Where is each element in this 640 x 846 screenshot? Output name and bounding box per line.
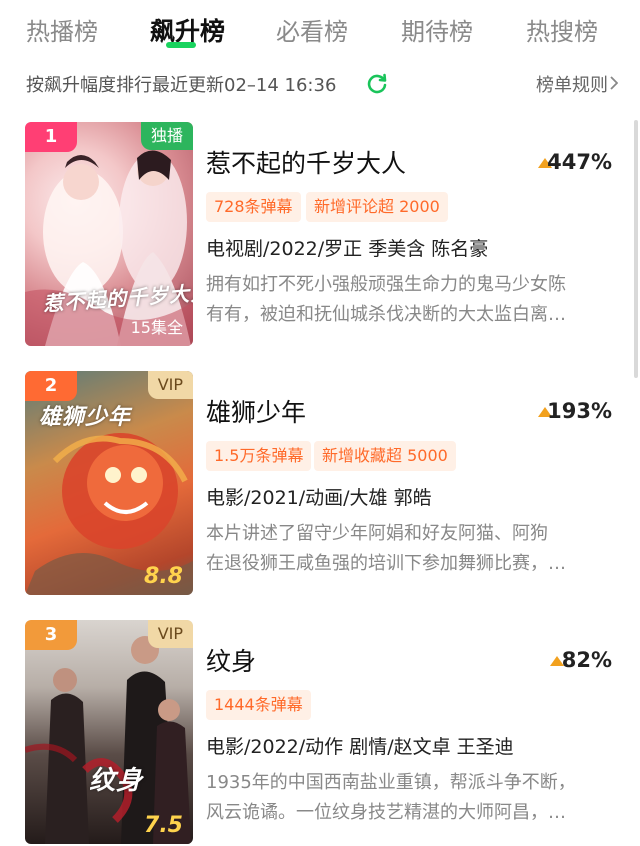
- rating-score: 8.8: [144, 564, 183, 589]
- poster-title-art: 纹身: [89, 766, 144, 796]
- rank-badge: 1: [25, 122, 77, 152]
- item-meta: 电影/2022/动作 剧情/赵文卓 王圣迪: [206, 736, 514, 758]
- list-item[interactable]: 雄狮少年 2 VIP 8.8 雄狮少年 193% 1.5万条弹幕 新增收藏超 5…: [0, 371, 640, 597]
- item-title[interactable]: 惹不起的千岁大人: [206, 144, 406, 180]
- list-item[interactable]: 纹身 3 VIP 7.5 纹身 82% 1444条弹幕 电影/2022/动作 剧…: [0, 620, 640, 846]
- scrollbar[interactable]: [634, 120, 638, 378]
- highlight-chip: 新增收藏超 5000: [314, 441, 456, 471]
- item-meta: 电影/2021/动画/大雄 郭皓: [206, 487, 432, 509]
- ranking-rules-link[interactable]: 榜单规则: [536, 71, 608, 97]
- poster-image[interactable]: 纹身 3 VIP 7.5: [25, 620, 193, 844]
- highlight-chip: 新增评论超 2000: [306, 192, 448, 222]
- episode-count: 15集全: [130, 318, 183, 337]
- vip-badge: VIP: [147, 371, 193, 399]
- item-title[interactable]: 雄狮少年: [206, 393, 306, 429]
- item-title[interactable]: 纹身: [206, 642, 256, 678]
- active-tab-indicator: [166, 42, 196, 48]
- danmaku-count-chip: 728条弹幕: [206, 192, 301, 222]
- description-line: 本片讲述了留守少年阿娟和好友阿猫、阿狗: [206, 523, 548, 544]
- chevron-right-icon[interactable]: [610, 76, 618, 90]
- rank-badge: 2: [25, 371, 77, 401]
- poster-image[interactable]: 惹不起的千岁大人 1 独播 15集全: [25, 122, 193, 346]
- tab-hot-search[interactable]: 热搜榜: [526, 12, 598, 47]
- item-description: 1935年的中国西南盐业重镇，帮派斗争不断， 风云诡谲。一位纹身技艺精湛的大师阿…: [206, 768, 616, 828]
- description-line: 在退役狮王咸鱼强的培训下参加舞狮比赛，…: [206, 553, 566, 574]
- rank-badge: 3: [25, 620, 77, 650]
- tab-hot-play[interactable]: 热播榜: [26, 12, 98, 47]
- refresh-icon[interactable]: [366, 72, 388, 94]
- exclusive-badge: 独播: [140, 122, 193, 150]
- rise-percentage: 193%: [547, 399, 612, 423]
- sort-info-bar: 按飙升幅度排行最近更新02–14 16:36 榜单规则: [0, 68, 640, 98]
- poster-image[interactable]: 雄狮少年 2 VIP 8.8: [25, 371, 193, 595]
- item-meta: 电视剧/2022/罗正 季美含 陈名豪: [206, 238, 489, 260]
- poster-illustration: [25, 636, 191, 844]
- danmaku-count-chip: 1444条弹幕: [206, 690, 311, 720]
- list-item[interactable]: 惹不起的千岁大人 1 独播 15集全 惹不起的千岁大人 447% 728条弹幕 …: [0, 122, 640, 348]
- sort-description: 按飙升幅度排行最近更新02–14 16:36: [26, 75, 337, 96]
- rise-percentage: 82%: [561, 648, 612, 672]
- description-line: 有有，被迫和抚仙城杀伐决断的大太监白离…: [206, 304, 566, 325]
- danmaku-count-chip: 1.5万条弹幕: [206, 441, 312, 471]
- item-description: 本片讲述了留守少年阿娟和好友阿猫、阿狗 在退役狮王咸鱼强的培训下参加舞狮比赛，…: [206, 519, 616, 579]
- description-line: 1935年的中国西南盐业重镇，帮派斗争不断，: [206, 772, 576, 793]
- rise-percentage: 447%: [547, 150, 612, 174]
- item-description: 拥有如打不死小强般顽强生命力的鬼马少女陈 有有，被迫和抚仙城杀伐决断的大太监白离…: [206, 270, 616, 330]
- vip-badge: VIP: [147, 620, 193, 648]
- tab-must-watch[interactable]: 必看榜: [276, 12, 348, 47]
- ranking-tabs: 热播榜 飙升榜 必看榜 期待榜 热搜榜: [0, 0, 640, 60]
- tab-anticipated[interactable]: 期待榜: [401, 12, 473, 47]
- description-line: 拥有如打不死小强般顽强生命力的鬼马少女陈: [206, 274, 566, 295]
- poster-title-art: 雄狮少年: [39, 405, 132, 430]
- description-line: 风云诡谲。一位纹身技艺精湛的大师阿昌，…: [206, 802, 566, 823]
- rating-score: 7.5: [144, 813, 183, 838]
